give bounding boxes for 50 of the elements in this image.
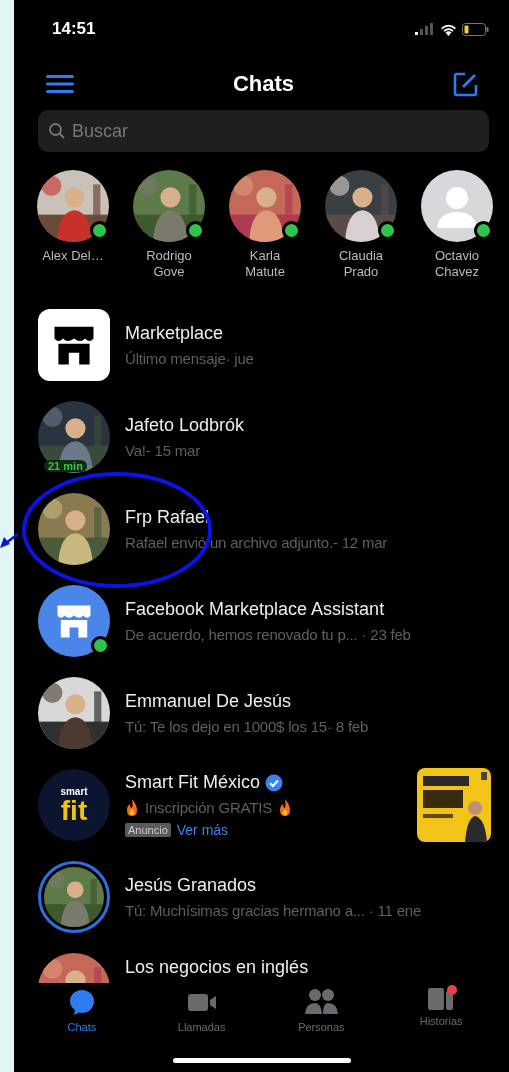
stories-icon: [427, 987, 456, 1011]
flame-icon: [278, 799, 292, 816]
chat-name: Marketplace: [125, 323, 224, 344]
compose-icon: [453, 71, 479, 97]
contact-name: Alex Del…: [41, 248, 105, 264]
message-preview: Último mensaje· jue: [125, 350, 255, 367]
chat-name: Facebook Marketplace Assistant: [125, 599, 385, 620]
screen-title: Chats: [232, 71, 295, 97]
search-icon: [48, 122, 66, 140]
compose-button[interactable]: [453, 71, 479, 97]
wifi-icon: [440, 22, 457, 36]
clock-time: 14:51: [52, 19, 96, 39]
battery-icon: [462, 22, 489, 36]
contact-name: Karla Matute: [244, 248, 286, 280]
chat-name: Jesús Granados: [125, 875, 257, 896]
chat-name: Jafeto Lodbrók: [125, 415, 245, 436]
chat-row[interactable]: smart fit Smart Fit México Inscripción GRATIS Anuncio Ver más: [14, 759, 509, 851]
brand-logo: smart fit: [38, 769, 110, 841]
menu-button[interactable]: [46, 74, 74, 94]
people-icon: [303, 987, 340, 1017]
chat-row[interactable]: Emmanuel De Jesús Tú: Te los dejo en 1000$ los 15· 8 feb: [14, 667, 509, 759]
tab[interactable]: Personas: [276, 987, 367, 1058]
contact-name: Octavio Chavez: [433, 248, 481, 280]
see-more-link[interactable]: Ver más: [176, 822, 229, 838]
active-time-badge: 21 min: [44, 460, 87, 472]
message-preview: De acuerdo, hemos renovado tu p... · 23 feb: [125, 626, 412, 643]
ad-label: Anuncio: [125, 823, 171, 837]
message-preview: Rafael envió un archivo adjunto.- 12 mar: [125, 534, 389, 551]
contact-name: Rodrigo Gove: [145, 248, 193, 280]
chat-row[interactable]: Jesús Granados Tú: Muchísimas gracias hermano a... · 11 ene: [14, 851, 509, 943]
message-preview: Tú: Muchísimas gracias hermano a... · 11 ene: [125, 902, 423, 919]
tab[interactable]: Chats: [36, 987, 127, 1058]
chat-name: Los negocios en inglés: [125, 957, 309, 978]
message-preview: Tú: Te los dejo en 1000$ los 15· 8 feb: [125, 718, 370, 735]
chat-row[interactable]: Facebook Marketplace Assistant De acuerdo, hemos renovado tu p... · 23 feb: [14, 575, 509, 667]
search-field[interactable]: Buscar: [38, 110, 489, 152]
tab[interactable]: Historias: [396, 987, 487, 1058]
chat-row[interactable]: 21 min Jafeto Lodbrók Va!- 15 mar: [14, 391, 509, 483]
contact-name: Claudia Prado: [337, 248, 385, 280]
chat-row[interactable]: Marketplace Último mensaje· jue: [14, 299, 509, 391]
avatar-icon: [421, 170, 493, 242]
menu-icon: [46, 74, 74, 94]
tab[interactable]: Llamadas: [156, 987, 247, 1058]
pointer-arrow: [0, 533, 19, 548]
chat-name: Smart Fit México: [125, 772, 261, 793]
message-preview: Va!- 15 mar: [125, 442, 202, 459]
message-preview: Inscripción GRATIS: [145, 799, 272, 816]
signal-icon: [415, 23, 435, 35]
chat-name: Emmanuel De Jesús: [125, 691, 292, 712]
flame-icon: [125, 799, 139, 816]
